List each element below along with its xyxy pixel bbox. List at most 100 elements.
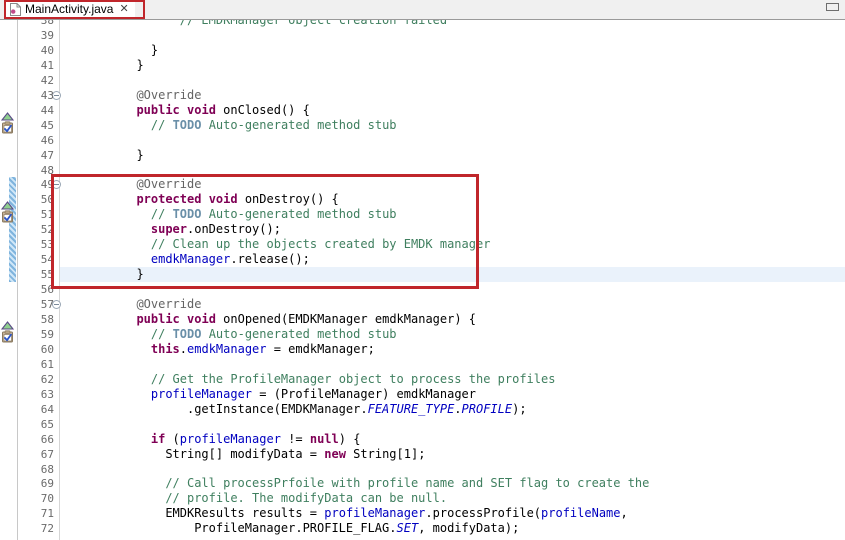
code-token: // Get the ProfileManager object to proc… (151, 372, 556, 386)
code-token: // Clean up the objects created by EMDK … (151, 237, 491, 251)
code-line[interactable]: public void onOpened(EMDKManager emdkMan… (136, 312, 476, 327)
code-token: .processProfile( (425, 506, 541, 520)
code-token: void (209, 192, 238, 206)
code-line[interactable]: ProfileManager.PROFILE_FLAG.SET, modifyD… (194, 521, 519, 536)
code-token (201, 192, 208, 206)
code-token (180, 103, 187, 117)
code-token: emdkManager (151, 252, 230, 266)
code-token: PROFILE_FLAG (303, 521, 390, 535)
line-number: 63 (18, 387, 54, 402)
code-token: public (136, 103, 179, 117)
code-token: public (136, 312, 179, 326)
code-line[interactable]: } (151, 43, 158, 58)
code-line[interactable]: super.onDestroy(); (151, 222, 281, 237)
code-token: ); (512, 402, 526, 416)
code-token: new (324, 447, 346, 461)
code-token: } (136, 267, 143, 281)
code-token: } (151, 43, 158, 57)
code-line[interactable]: // Clean up the objects created by EMDK … (151, 237, 491, 252)
code-line[interactable]: profileManager = (ProfileManager) emdkMa… (151, 387, 476, 402)
code-token: profileName (541, 506, 620, 520)
code-line[interactable]: // profile. The modifyData can be null. (165, 491, 447, 506)
code-token: // (151, 207, 173, 221)
code-token: TODO (173, 207, 202, 221)
code-line[interactable]: // Get the ProfileManager object to proc… (151, 372, 556, 387)
minimize-icon (826, 3, 839, 11)
code-line[interactable]: if (profileManager != null) { (151, 432, 361, 447)
code-token: void (187, 103, 216, 117)
line-number: 46 (18, 133, 54, 148)
tab-label: MainActivity.java (25, 3, 113, 16)
line-number: 53 (18, 237, 54, 252)
code-line[interactable]: String[] modifyData = new String[1]; (165, 447, 425, 462)
override-triangle-icon (1, 315, 14, 324)
minimize-button[interactable] (826, 3, 839, 12)
line-number: 71 (18, 506, 54, 521)
code-token: PROFILE (462, 402, 513, 416)
code-token: Auto-generated method stub (201, 118, 396, 132)
code-line[interactable]: @Override (136, 88, 201, 103)
code-token: } (136, 148, 143, 162)
line-number: 62 (18, 372, 54, 387)
code-token: onClosed() { (216, 103, 310, 117)
code-token: Auto-generated method stub (201, 207, 396, 221)
line-number: 47 (18, 148, 54, 163)
code-line[interactable]: this.emdkManager = emdkManager; (151, 342, 375, 357)
code-line[interactable]: // TODO Auto-generated method stub (151, 207, 397, 222)
line-number: 68 (18, 462, 54, 477)
code-token: protected (136, 192, 201, 206)
code-editor[interactable]: // EMDKManager object creation failed}} @… (0, 20, 845, 540)
code-line[interactable]: emdkManager.release(); (151, 252, 310, 267)
line-number: 40 (18, 43, 54, 58)
code-line[interactable]: } (136, 148, 143, 163)
code-line[interactable]: // TODO Auto-generated method stub (151, 118, 397, 133)
code-token: // Call processPrfoile with profile name… (165, 476, 649, 490)
tab-mainactivity-java[interactable]: MainActivity.java ✕ (6, 1, 135, 18)
code-token: .getInstance(EMDKManager. (187, 402, 368, 416)
code-token: = (ProfileManager) emdkManager (252, 387, 476, 401)
task-todo-icon (1, 208, 14, 221)
code-line[interactable]: EMDKResults results = profileManager.pro… (165, 506, 627, 521)
line-number: 42 (18, 73, 54, 88)
eclipse-editor-window: MainActivity.java ✕ // EMDKManager objec… (0, 0, 845, 540)
code-token: ) { (339, 432, 361, 446)
line-number: 57 (18, 297, 54, 312)
code-line[interactable]: public void onClosed() { (136, 103, 309, 118)
code-token: if (151, 432, 165, 446)
line-number: 39 (18, 28, 54, 43)
code-line[interactable]: .getInstance(EMDKManager.FEATURE_TYPE.PR… (187, 402, 527, 417)
editor-tab-bar: MainActivity.java ✕ (0, 0, 845, 20)
close-icon[interactable]: ✕ (119, 4, 128, 15)
code-line[interactable]: // TODO Auto-generated method stub (151, 327, 397, 342)
line-number: 49 (18, 177, 54, 192)
line-number: 59 (18, 327, 54, 342)
code-token: . (389, 521, 396, 535)
code-line[interactable]: // EMDKManager object creation failed (180, 20, 447, 28)
code-token: // profile. The modifyData can be null. (165, 491, 447, 505)
code-token: EMDKResults results = (165, 506, 324, 520)
code-token: FEATURE_TYPE (368, 402, 455, 416)
line-number: 69 (18, 476, 54, 491)
code-token: String[ (346, 447, 404, 461)
override-triangle-icon (1, 195, 14, 204)
code-token: @Override (136, 297, 201, 311)
line-number: 64 (18, 402, 54, 417)
line-number: 58 (18, 312, 54, 327)
code-line[interactable]: @Override (136, 177, 201, 192)
code-token: .onDestroy(); (187, 222, 281, 236)
code-line[interactable]: protected void onDestroy() { (136, 192, 338, 207)
code-token: != (281, 432, 310, 446)
code-token: // EMDKManager object creation failed (180, 20, 447, 27)
code-line[interactable]: // Call processPrfoile with profile name… (165, 476, 649, 491)
code-line[interactable]: } (136, 267, 143, 282)
line-number: 65 (18, 417, 54, 432)
code-token: void (187, 312, 216, 326)
code-token: } (136, 58, 143, 72)
line-number: 38 (18, 20, 54, 28)
code-token: @Override (136, 88, 201, 102)
line-number: 43 (18, 88, 54, 103)
code-line[interactable]: } (136, 58, 143, 73)
code-text-area[interactable]: // EMDKManager object creation failed}} @… (60, 20, 845, 540)
code-token: . (454, 402, 461, 416)
code-line[interactable]: @Override (136, 297, 201, 312)
